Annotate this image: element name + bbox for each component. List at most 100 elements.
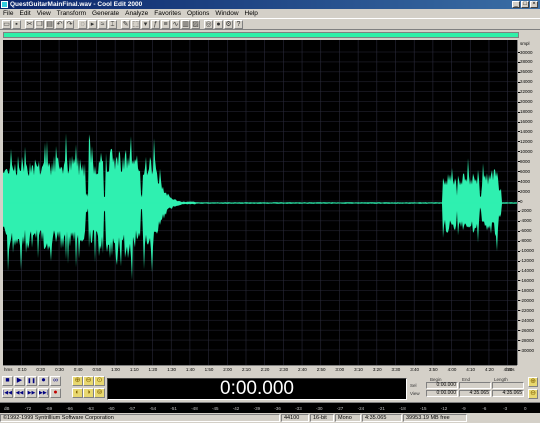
sel-begin-field[interactable]: 0:00.000 xyxy=(426,382,458,389)
level-label: -12 xyxy=(440,406,448,411)
view-end-field[interactable]: 4:35.065 xyxy=(459,390,491,397)
filter-icon[interactable]: ∿ xyxy=(171,19,180,29)
amplitude-label: -24000 xyxy=(520,317,535,323)
noise-icon[interactable]: ▨ xyxy=(191,19,200,29)
time-ruler[interactable]: hms 0:10 0:20 0:30 0:40 0:50 1:00 1:10 1:20 1:30 1… xyxy=(3,365,517,374)
cut-icon[interactable]: ✂ xyxy=(25,19,34,29)
menu-analyze[interactable]: Analyze xyxy=(122,10,151,17)
sel-row-label: Sel xyxy=(410,383,417,388)
sel-length-field[interactable] xyxy=(492,382,524,389)
stop-button[interactable]: ■ xyxy=(2,376,13,386)
transport-controls: ■ ▶ ❚❚ ⏺ ∞ |◀◀ ◀◀ ▶▶ ▶▶| ● xyxy=(2,376,72,400)
marker-icon[interactable]: ▾ xyxy=(141,19,150,29)
waveform-svg xyxy=(3,40,517,365)
record-icon[interactable]: ● xyxy=(214,19,223,29)
amplitude-label: 2000 xyxy=(520,188,531,194)
mix-icon[interactable]: ≈ xyxy=(98,19,107,29)
rewind-button[interactable]: ◀◀ xyxy=(14,388,25,398)
cd-icon[interactable]: ◎ xyxy=(204,19,213,29)
edit-icon[interactable]: ✎ xyxy=(121,19,130,29)
play-to-end-button[interactable]: ⏺ xyxy=(38,376,49,386)
amplitude-label: 24000 xyxy=(520,79,533,85)
save-icon[interactable]: ▪ xyxy=(12,19,21,29)
menu-transform[interactable]: Transform xyxy=(54,10,89,17)
pause-button[interactable]: ❚❚ xyxy=(26,376,37,386)
minimize-button[interactable]: _ xyxy=(512,1,520,8)
menu-help[interactable]: Help xyxy=(242,10,261,17)
menu-window[interactable]: Window xyxy=(212,10,241,17)
select-icon[interactable]: ⬚ xyxy=(131,19,140,29)
maximize-button[interactable]: □ xyxy=(521,1,529,8)
sel-end-field[interactable] xyxy=(459,382,491,389)
menu-view[interactable]: View xyxy=(34,10,54,17)
time-label: 2:10 xyxy=(241,367,251,372)
amplitude-label: -28000 xyxy=(520,337,535,343)
go-to-start-button[interactable]: |◀◀ xyxy=(2,388,13,398)
undo-icon[interactable]: ↶ xyxy=(55,19,64,29)
zoom-left-icon[interactable]: ◐ xyxy=(72,388,83,398)
paste-icon[interactable]: ▤ xyxy=(45,19,54,29)
zoom-selection-icon[interactable]: ⊚ xyxy=(94,388,105,398)
zoom-out-icon[interactable]: ⊖ xyxy=(83,376,94,386)
time-label: 0:20 xyxy=(36,367,46,372)
open-icon[interactable]: ▭ xyxy=(2,19,11,29)
amplitude-label: 8000 xyxy=(520,158,531,164)
vertical-zoom-in-icon[interactable]: ⊕ xyxy=(528,377,538,387)
menu-favorites[interactable]: Favorites xyxy=(151,10,184,17)
eq-icon[interactable]: ≡ xyxy=(161,19,170,29)
level-label: 0 xyxy=(524,406,527,411)
help-icon[interactable]: ? xyxy=(234,19,243,29)
time-label: hms xyxy=(506,367,515,372)
menu-options[interactable]: Options xyxy=(184,10,212,17)
go-to-end-button[interactable]: ▶▶| xyxy=(38,388,49,398)
time-label: 2:00 xyxy=(223,367,233,372)
menu-generate[interactable]: Generate xyxy=(89,10,122,17)
loop-play-button[interactable]: ∞ xyxy=(50,376,61,386)
loop-icon[interactable]: ◌ xyxy=(78,19,87,29)
time-label: 1:50 xyxy=(204,367,214,372)
zoom-right-icon[interactable]: ◑ xyxy=(83,388,94,398)
time-label: 4:00 xyxy=(447,367,457,372)
close-button[interactable]: × xyxy=(530,1,538,8)
level-label: -15 xyxy=(420,406,427,411)
amplitude-label: 18000 xyxy=(520,109,533,115)
app-icon[interactable] xyxy=(1,1,8,8)
play-icon[interactable]: ▸ xyxy=(88,19,97,29)
play-button[interactable]: ▶ xyxy=(14,376,25,386)
amplitude-label: 16000 xyxy=(520,119,533,125)
time-display: 0:00.000 xyxy=(107,378,407,400)
level-label: -57 xyxy=(128,406,136,411)
amplitude-label: 4000 xyxy=(520,178,531,184)
status-bit-depth[interactable]: 16-bit xyxy=(310,414,334,422)
waveform-display[interactable] xyxy=(3,40,517,365)
fast-forward-button[interactable]: ▶▶ xyxy=(26,388,37,398)
amplitude-label: 0 xyxy=(520,198,523,204)
zoom-in-icon[interactable]: ⊕ xyxy=(72,376,83,386)
meter-icon[interactable]: ▥ xyxy=(181,19,190,29)
time-label: 3:30 xyxy=(391,367,401,372)
menu-edit[interactable]: Edit xyxy=(16,10,33,17)
level-label: -27 xyxy=(336,406,344,411)
menu-file[interactable]: File xyxy=(0,10,16,17)
amplitude-label: -26000 xyxy=(520,327,535,333)
fx-icon[interactable]: ƒ xyxy=(151,19,160,29)
record-button[interactable]: ● xyxy=(50,388,61,398)
copy-icon[interactable]: ❐ xyxy=(35,19,44,29)
redo-icon[interactable]: ↷ xyxy=(65,19,74,29)
overview-bar[interactable] xyxy=(3,32,519,38)
amplitude-label: -6000 xyxy=(520,228,532,234)
view-length-field[interactable]: 4:35.065 xyxy=(492,390,524,397)
view-begin-field[interactable]: 0:00.000 xyxy=(426,390,458,397)
status-channels[interactable]: Mono xyxy=(335,414,361,422)
vertical-zoom-out-icon[interactable]: ⊖ xyxy=(528,389,538,399)
amplitude-label: -12000 xyxy=(520,258,535,264)
trim-icon[interactable]: ⌶ xyxy=(108,19,117,29)
level-label: -3 xyxy=(503,406,508,411)
time-label: 0:10 xyxy=(17,367,27,372)
status-copyright: ©1992-1999 Syntrillium Software Corporat… xyxy=(0,414,280,422)
settings-icon[interactable]: ⚙ xyxy=(224,19,233,29)
zoom-full-icon[interactable]: ⊙ xyxy=(94,376,105,386)
time-label: 2:40 xyxy=(298,367,307,372)
status-sample-rate[interactable]: 44100 xyxy=(281,414,309,422)
level-label: -60 xyxy=(108,406,115,411)
